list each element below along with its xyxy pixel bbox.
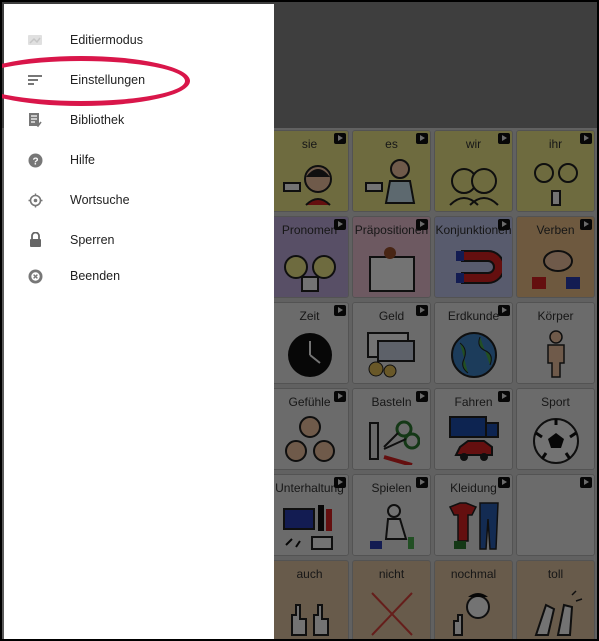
folder-arrow-icon (416, 391, 428, 402)
navigation-drawer: Editiermodus Einstellungen Bibliothek ? … (4, 4, 274, 639)
library-icon (27, 112, 43, 128)
symbol-button-spielen[interactable]: Spielen (352, 474, 431, 556)
folder-arrow-icon (416, 133, 428, 144)
folder-arrow-icon (334, 391, 346, 402)
folder-arrow-icon (334, 305, 346, 316)
screen-frame: sie es wir ihr Pronomen Präpositionen Ko… (0, 0, 599, 641)
again-icon (452, 593, 490, 636)
pronouns-icon (283, 255, 336, 292)
symbol-label: nicht (378, 567, 405, 581)
folder-arrow-icon (334, 133, 346, 144)
symbol-button-fahren[interactable]: Fahren (434, 388, 513, 470)
symbol-button-unterhaltung[interactable]: Unterhaltung (270, 474, 349, 556)
menu-item-label: Sperren (70, 233, 115, 247)
menu-item-beenden[interactable]: Beenden (4, 258, 274, 294)
menu-item-wortsuche[interactable]: Wortsuche (4, 182, 274, 218)
group-icon (448, 168, 499, 206)
folder-arrow-icon (416, 305, 428, 316)
word-search-icon (27, 192, 43, 208)
symbol-label: Sport (541, 395, 570, 409)
emotions-faces-icon (284, 416, 335, 462)
symbol-button-nicht[interactable]: nicht (352, 560, 431, 639)
symbol-button-praepositionen[interactable]: Präpositionen (352, 216, 431, 298)
symbol-label: toll (547, 567, 564, 581)
menu-item-label: Editiermodus (70, 33, 143, 47)
action-hands-icon (531, 250, 580, 289)
symbol-label: auch (296, 567, 323, 581)
menu-item-label: Bibliothek (70, 113, 125, 127)
folder-arrow-icon (498, 305, 510, 316)
cross-icon (370, 592, 413, 636)
symbol-button-sport[interactable]: Sport (516, 388, 595, 470)
folder-arrow-icon (334, 477, 346, 488)
exit-icon (27, 268, 43, 284)
clock-icon (287, 333, 332, 377)
edit-mode-icon (27, 32, 43, 48)
money-icon (366, 332, 415, 378)
folder-arrow-icon (498, 391, 510, 402)
symbol-button-geld[interactable]: Geld (352, 302, 431, 384)
menu-item-bibliothek[interactable]: Bibliothek (4, 102, 274, 138)
symbol-button-pronomen[interactable]: Pronomen (270, 216, 349, 298)
symbol-label: nochmal (450, 567, 497, 581)
folder-arrow-icon (580, 219, 592, 230)
person-pointing-icon (282, 165, 332, 206)
symbol-button-verben[interactable]: Verben (516, 216, 595, 298)
folder-arrow-icon (580, 133, 592, 144)
globe-icon (450, 332, 497, 378)
menu-item-label: Einstellungen (70, 73, 146, 87)
soccer-ball-icon (532, 418, 579, 464)
lock-icon (27, 232, 43, 248)
symbol-button-auch[interactable]: auch (270, 560, 349, 639)
also-hands-icon (290, 604, 329, 636)
folder-arrow-icon (334, 219, 346, 230)
symbol-button-nochmal[interactable]: nochmal (434, 560, 513, 639)
menu-item-sperren[interactable]: Sperren (4, 222, 274, 258)
menu-item-label: Beenden (70, 269, 121, 283)
magnet-icon (455, 250, 502, 284)
clapping-hands-icon (534, 590, 582, 636)
symbol-button-es[interactable]: es (352, 130, 431, 212)
box-with-bear-icon (368, 247, 415, 292)
symbol-button-sie[interactable]: sie (270, 130, 349, 212)
clothing-icon (448, 502, 499, 550)
vehicles-icon (448, 416, 499, 461)
you-plural-icon (533, 163, 578, 206)
folder-arrow-icon (498, 219, 510, 230)
folder-arrow-icon (498, 477, 510, 488)
entertainment-icon (282, 505, 333, 550)
folder-arrow-icon (580, 477, 592, 488)
svg-text:?: ? (32, 156, 38, 167)
symbol-button-koerper[interactable]: Körper (516, 302, 595, 384)
symbol-button-konjunktionen[interactable]: Konjunktionen (434, 216, 513, 298)
symbol-button-toll[interactable]: toll (516, 560, 595, 639)
folder-arrow-icon (416, 477, 428, 488)
crafting-scissors-icon (368, 420, 420, 465)
folder-arrow-icon (498, 133, 510, 144)
symbol-button-zeit[interactable]: Zeit (270, 302, 349, 384)
symbol-label: Körper (537, 309, 574, 323)
symbol-button-basteln[interactable]: Basteln (352, 388, 431, 470)
help-icon: ? (27, 152, 43, 168)
baby-pointing-icon (364, 159, 415, 204)
menu-item-label: Wortsuche (70, 193, 130, 207)
symbol-button-wir[interactable]: wir (434, 130, 513, 212)
menu-item-hilfe[interactable]: ? Hilfe (4, 142, 274, 178)
symbol-button-gefuehle[interactable]: Gefühle (270, 388, 349, 470)
symbol-button-kleidung[interactable]: Kleidung (434, 474, 513, 556)
symbol-button-ihr[interactable]: ihr (516, 130, 595, 212)
playing-child-icon (369, 504, 414, 549)
menu-item-editiermodus[interactable]: Editiermodus (4, 22, 274, 58)
menu-item-einstellungen[interactable]: Einstellungen (4, 62, 274, 98)
body-icon (546, 330, 565, 378)
symbol-button-empty[interactable] (516, 474, 595, 556)
menu-item-label: Hilfe (70, 153, 96, 167)
settings-lines-icon (27, 72, 43, 88)
symbol-grid: sie es wir ihr Pronomen Präpositionen Ko… (266, 128, 597, 639)
symbol-button-erdkunde[interactable]: Erdkunde (434, 302, 513, 384)
folder-arrow-icon (416, 219, 428, 230)
